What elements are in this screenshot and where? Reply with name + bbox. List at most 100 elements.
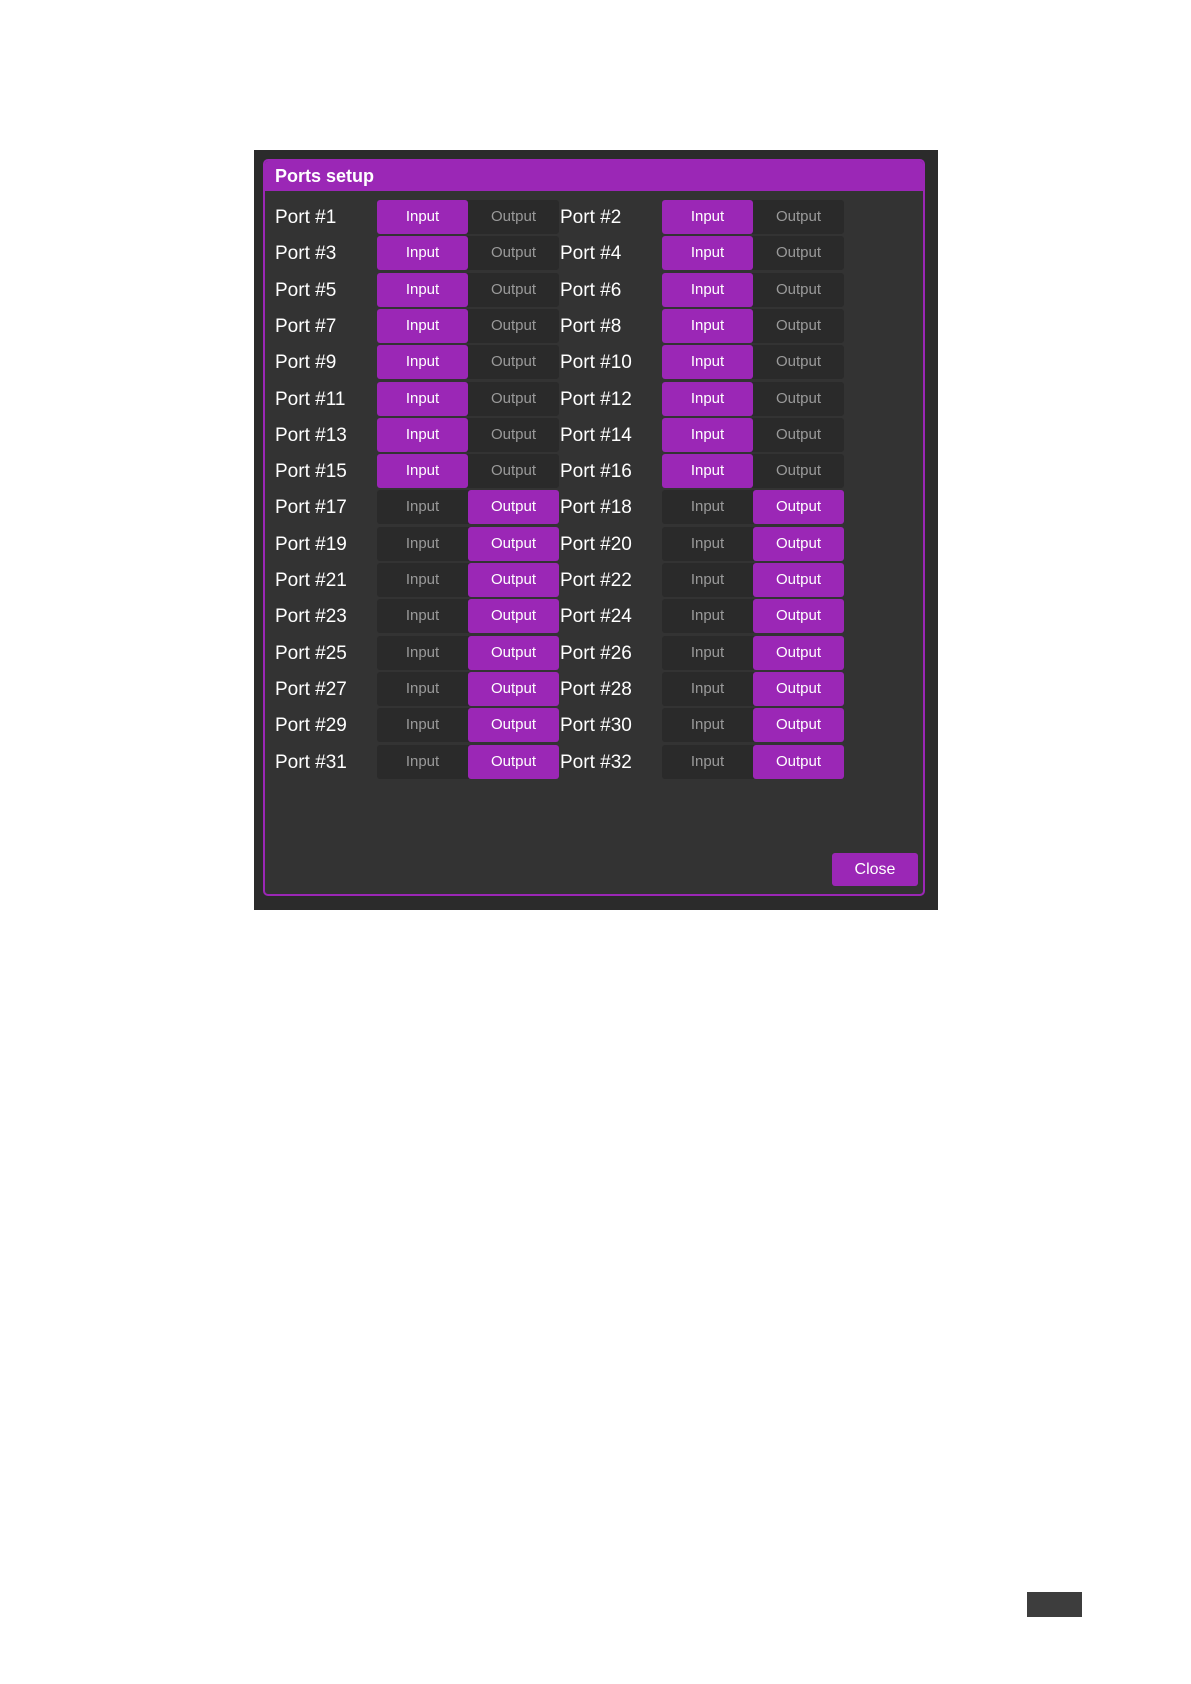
input-button[interactable]: Input (377, 308, 468, 343)
input-button[interactable]: Input (662, 672, 753, 706)
port-row: Port #17 Input Output (275, 490, 575, 525)
output-button[interactable]: Output (468, 708, 559, 743)
input-button[interactable]: Input (377, 563, 468, 597)
close-button[interactable]: Close (832, 853, 918, 886)
port-label: Port #3 (275, 243, 337, 265)
input-button[interactable]: Input (662, 200, 753, 234)
port-row: Port #28 Input Output (560, 671, 860, 706)
output-button[interactable]: Output (753, 345, 844, 379)
input-button[interactable]: Input (662, 236, 753, 271)
port-direction-toggle: Input Output (662, 454, 844, 489)
output-button[interactable]: Output (468, 563, 559, 597)
port-label: Port #29 (275, 715, 347, 737)
output-button[interactable]: Output (753, 671, 844, 706)
input-button[interactable]: Input (377, 599, 468, 633)
input-button[interactable]: Input (377, 745, 468, 779)
port-row: Port #10 Input Output (560, 345, 860, 380)
input-button[interactable]: Input (662, 417, 753, 452)
input-button[interactable]: Input (662, 599, 753, 633)
output-button[interactable]: Output (753, 563, 844, 597)
port-label: Port #2 (560, 207, 622, 228)
input-button[interactable]: Input (377, 672, 468, 706)
input-button[interactable]: Input (662, 527, 753, 561)
port-direction-toggle: Input Output (377, 345, 559, 380)
output-button[interactable]: Output (753, 382, 844, 416)
output-button[interactable]: Output (753, 200, 844, 234)
port-label: Port #17 (275, 497, 347, 519)
input-button[interactable]: Input (662, 381, 753, 416)
input-button[interactable]: Input (377, 417, 468, 452)
input-button[interactable]: Input (377, 200, 468, 234)
port-row: Port #2 Input Output (560, 200, 860, 234)
port-row: Port #13 Input Output (275, 417, 575, 452)
input-button[interactable]: Input (662, 308, 753, 343)
input-button[interactable]: Input (377, 345, 468, 380)
output-button[interactable]: Output (753, 708, 844, 743)
port-label: Port #22 (560, 570, 632, 591)
input-button[interactable]: Input (377, 527, 468, 561)
port-direction-toggle: Input Output (662, 236, 844, 271)
input-button[interactable]: Input (662, 345, 753, 380)
input-button[interactable]: Input (662, 745, 753, 779)
port-label: Port #20 (560, 533, 632, 555)
output-button[interactable]: Output (753, 744, 844, 779)
port-row: Port #15 Input Output (275, 454, 575, 489)
output-button[interactable]: Output (468, 309, 559, 343)
output-button[interactable]: Output (468, 490, 559, 525)
output-button[interactable]: Output (753, 309, 844, 343)
input-button[interactable]: Input (377, 708, 468, 742)
port-direction-toggle: Input Output (662, 526, 844, 561)
output-button[interactable]: Output (753, 273, 844, 307)
port-row: Port #8 Input Output (560, 308, 860, 343)
port-direction-toggle: Input Output (662, 635, 844, 670)
port-direction-toggle: Input Output (662, 272, 844, 307)
port-direction-toggle: Input Output (662, 671, 844, 706)
output-button[interactable]: Output (468, 599, 559, 634)
input-button[interactable]: Input (377, 272, 468, 307)
port-direction-toggle: Input Output (662, 744, 844, 779)
output-button[interactable]: Output (753, 526, 844, 561)
output-button[interactable]: Output (468, 273, 559, 307)
input-button[interactable]: Input (662, 563, 753, 597)
output-button[interactable]: Output (468, 671, 559, 706)
input-button[interactable]: Input (662, 454, 753, 489)
output-button[interactable]: Output (468, 382, 559, 416)
port-label: Port #30 (560, 715, 632, 737)
port-row: Port #6 Input Output (560, 272, 860, 307)
output-button[interactable]: Output (753, 635, 844, 670)
input-button[interactable]: Input (662, 490, 753, 524)
port-direction-toggle: Input Output (662, 308, 844, 343)
output-button[interactable]: Output (753, 236, 844, 270)
output-button[interactable]: Output (753, 599, 844, 634)
input-button[interactable]: Input (662, 272, 753, 307)
port-label: Port #8 (560, 315, 622, 337)
port-direction-toggle: Input Output (377, 671, 559, 706)
input-button[interactable]: Input (377, 636, 468, 670)
output-button[interactable]: Output (468, 526, 559, 561)
ports-setup-dialog-frame: Ports setup Port #1 Input Output Port #2 Inp… (254, 150, 938, 910)
input-button[interactable]: Input (377, 454, 468, 489)
output-button[interactable]: Output (753, 418, 844, 452)
input-button[interactable]: Input (377, 490, 468, 524)
port-row: Port #23 Input Output (275, 599, 575, 634)
input-button[interactable]: Input (662, 636, 753, 670)
output-button[interactable]: Output (468, 200, 559, 234)
output-button[interactable]: Output (753, 454, 844, 488)
port-direction-toggle: Input Output (377, 599, 559, 634)
port-direction-toggle: Input Output (377, 236, 559, 271)
port-row: Port #14 Input Output (560, 417, 860, 452)
output-button[interactable]: Output (468, 454, 559, 488)
port-label: Port #32 (560, 751, 632, 773)
input-button[interactable]: Input (377, 236, 468, 271)
output-button[interactable]: Output (468, 236, 559, 270)
input-button[interactable]: Input (377, 381, 468, 416)
output-button[interactable]: Output (468, 635, 559, 670)
output-button[interactable]: Output (753, 490, 844, 525)
port-direction-toggle: Input Output (377, 563, 559, 597)
output-button[interactable]: Output (468, 418, 559, 452)
output-button[interactable]: Output (468, 345, 559, 379)
output-button[interactable]: Output (468, 744, 559, 779)
port-direction-toggle: Input Output (377, 381, 559, 416)
port-row: Port #24 Input Output (560, 599, 860, 634)
input-button[interactable]: Input (662, 708, 753, 742)
